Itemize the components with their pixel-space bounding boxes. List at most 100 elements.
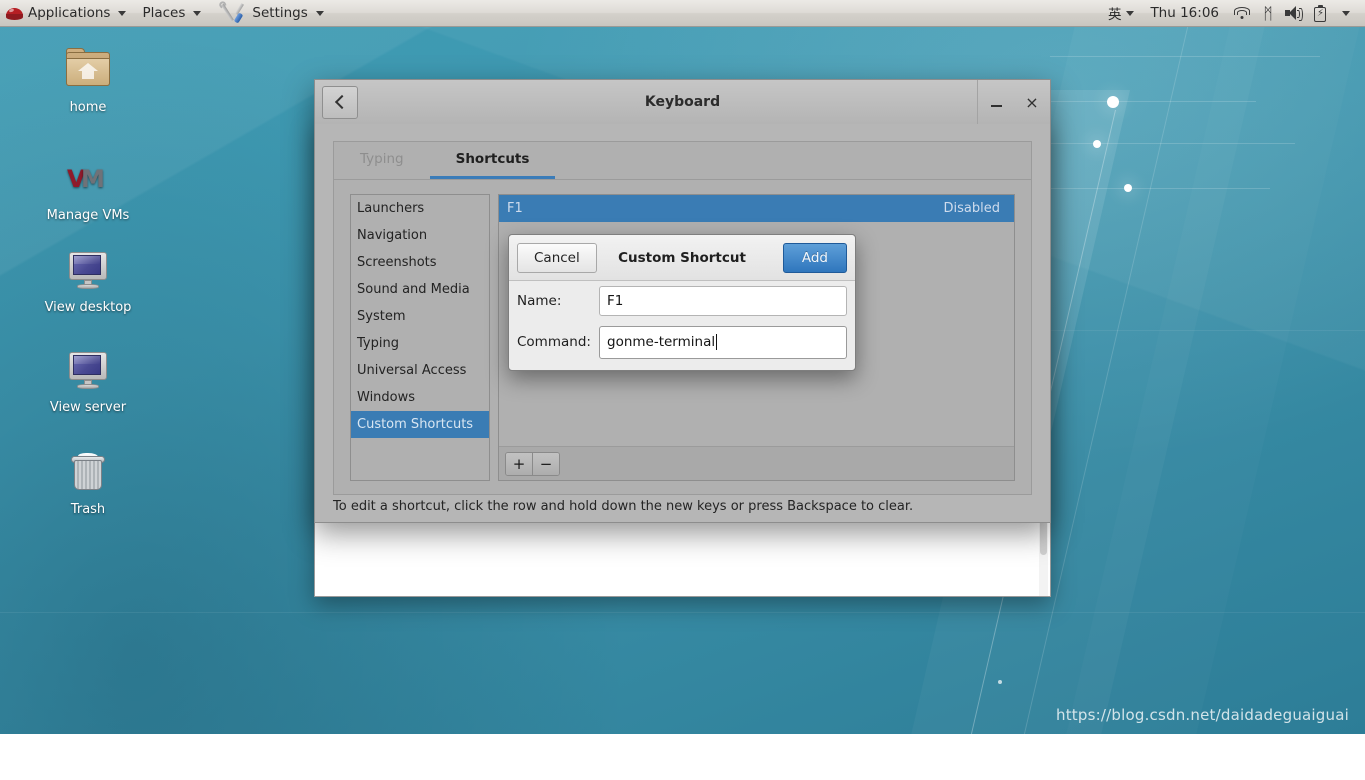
custom-shortcut-dialog[interactable]: Cancel Custom Shortcut Add Name: F1 Comm… [508,234,856,371]
category-item-universal-access[interactable]: Universal Access [351,357,489,384]
desktop-icon-label: Trash [71,502,105,517]
desktop-icon-home[interactable]: home [34,46,142,115]
cancel-button-label: Cancel [534,250,580,266]
desktop-icon-manage-vms[interactable]: VM Manage VMs [34,154,142,223]
category-item-launchers[interactable]: Launchers [351,195,489,222]
desktop-icon-label: home [70,100,107,115]
close-icon: × [1025,93,1038,112]
footer-hint: To edit a shortcut, click the row and ho… [333,499,1032,514]
desktop-icon-label: View server [50,400,126,415]
category-label: Sound and Media [357,282,470,297]
window-controls: × [977,80,1050,124]
category-label: Windows [357,390,415,405]
category-label: Universal Access [357,363,466,378]
wallpaper-line [1050,56,1320,57]
input-method-indicator[interactable]: 英 [1102,0,1143,26]
back-button[interactable] [322,86,358,119]
name-input[interactable]: F1 [599,286,847,316]
chevron-down-icon [316,11,324,16]
category-item-system[interactable]: System [351,303,489,330]
minimize-icon [991,105,1002,107]
tab-label: Typing [360,151,404,167]
wallpaper-line [1050,143,1295,144]
add-button-label: Add [802,250,828,266]
category-label: Navigation [357,228,427,243]
wallpaper-dot [998,680,1002,684]
window-task-settings[interactable]: Settings [215,0,331,26]
category-item-screenshots[interactable]: Screenshots [351,249,489,276]
menu-places-label: Places [142,5,185,21]
desktop-icon-label: Manage VMs [47,208,130,223]
desktop-icon-trash[interactable]: Trash [34,448,142,517]
home-folder-icon [64,46,112,94]
wallpaper-line [1050,101,1256,102]
window-task-label: Settings [252,5,307,21]
shortcut-name: F1 [507,201,523,216]
add-button[interactable]: Add [783,243,847,273]
category-label: Launchers [357,201,424,216]
minus-icon: − [540,455,553,473]
bluetooth-icon[interactable]: ᛗ [1255,0,1281,26]
add-shortcut-button[interactable]: + [506,453,532,475]
tab-shortcuts[interactable]: Shortcuts [430,142,556,179]
category-item-sound-and-media[interactable]: Sound and Media [351,276,489,303]
menu-applications[interactable]: Applications [0,0,134,26]
shortcut-toolbar: + − [499,446,1014,480]
volume-icon[interactable] [1281,0,1307,26]
command-input[interactable]: gonme-terminal [599,326,847,359]
category-label: Screenshots [357,255,437,270]
wallpaper-line [1050,188,1270,189]
trash-icon [64,448,112,496]
chevron-down-icon [1126,11,1134,16]
page-title: Keyboard [315,94,1050,110]
battery-icon[interactable]: ⚡ [1307,0,1333,26]
vmware-icon: VM [64,154,112,202]
wallpaper-line [1030,330,1365,331]
remove-shortcut-button[interactable]: − [532,453,559,475]
category-label: Typing [357,336,399,351]
input-method-label: 英 [1108,3,1122,23]
tab-bar: Typing Shortcuts [334,142,1031,180]
menu-places[interactable]: Places [134,0,209,26]
redhat-logo-icon [6,5,23,22]
clock[interactable]: Thu 16:06 [1142,0,1229,26]
clock-label: Thu 16:06 [1150,5,1219,21]
command-field-label: Command: [517,334,599,350]
shortcut-accelerator: Disabled [944,201,1000,216]
wifi-icon[interactable] [1229,0,1255,26]
shortcut-category-list[interactable]: Launchers Navigation Screenshots Sound a… [350,194,490,481]
minimize-button[interactable] [978,80,1014,124]
text-cursor [716,334,717,350]
plus-icon: + [513,455,526,473]
add-remove-group: + − [505,452,560,476]
table-row[interactable]: F1 Disabled [499,195,1014,222]
wallpaper-dot [1124,184,1132,192]
close-button[interactable]: × [1014,80,1050,124]
desktop-icon-view-desktop[interactable]: View desktop [34,246,142,315]
command-field-row: Command: gonme-terminal [509,321,855,363]
name-input-value: F1 [607,293,623,309]
system-menu-chevron-down-icon[interactable] [1333,0,1359,26]
dialog-header: Cancel Custom Shortcut Add [509,235,855,281]
menu-applications-label: Applications [28,5,110,21]
category-item-custom-shortcuts[interactable]: Custom Shortcuts [351,411,489,438]
chevron-left-icon [334,95,348,109]
category-item-windows[interactable]: Windows [351,384,489,411]
category-item-navigation[interactable]: Navigation [351,222,489,249]
wallpaper-line [0,612,1365,613]
bluetooth-glyph: ᛗ [1261,5,1275,22]
monitor-icon [64,246,112,294]
chevron-down-icon [193,11,201,16]
tab-typing[interactable]: Typing [334,142,430,179]
keyboard-window-titlebar: Keyboard × [315,80,1050,125]
category-label: Custom Shortcuts [357,417,473,432]
desktop-icon-view-server[interactable]: View server [34,346,142,415]
wallpaper-dot [1107,96,1119,108]
cancel-button[interactable]: Cancel [517,243,597,273]
chevron-down-icon [118,11,126,16]
category-item-typing[interactable]: Typing [351,330,489,357]
panel-status-area: 英 Thu 16:06 ᛗ ⚡ [1102,0,1365,26]
category-label: System [357,309,405,324]
wallpaper-dot [1093,140,1101,148]
tools-icon [223,2,247,24]
